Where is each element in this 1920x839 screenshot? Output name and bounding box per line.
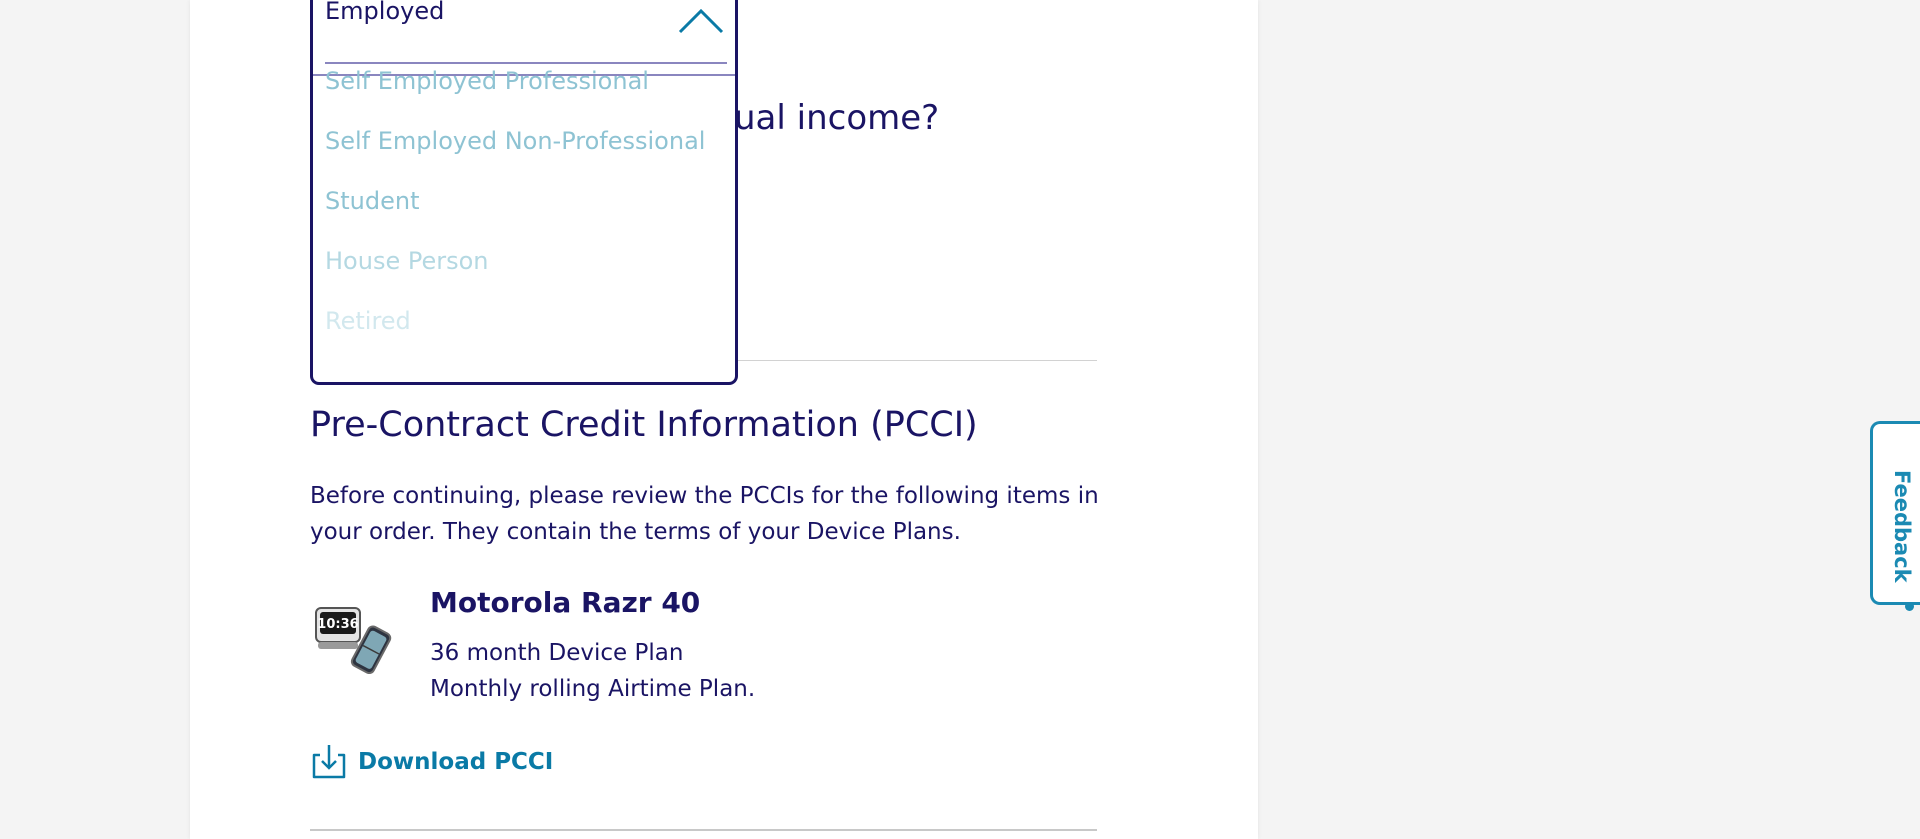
pcci-title: Pre-Contract Credit Information (PCCI) (310, 405, 978, 445)
dropdown-option[interactable]: Self Employed Professional (325, 67, 649, 95)
bottom-divider (310, 829, 1097, 831)
download-pcci-link[interactable]: Download PCCI (310, 742, 553, 782)
dropdown-option[interactable]: House Person (325, 247, 489, 275)
chevron-up-icon[interactable] (677, 5, 725, 35)
dropdown-underline (325, 62, 727, 64)
employment-status-dropdown[interactable]: Employed Self Employed Professional Self… (310, 0, 738, 385)
product-name: Motorola Razr 40 (430, 586, 701, 619)
product-image: 10:36 (315, 607, 392, 674)
dropdown-selected-value: Employed (325, 0, 445, 25)
pcci-description: Before continuing, please review the PCC… (310, 483, 1099, 545)
download-icon (312, 745, 346, 779)
feedback-label: Feedback (1890, 470, 1914, 583)
dropdown-option[interactable]: Self Employed Non-Professional (325, 127, 705, 155)
dropdown-selected-area[interactable]: Employed (313, 0, 735, 76)
dropdown-option[interactable]: Retired (325, 307, 411, 335)
airtime-plan-line: Monthly rolling Airtime Plan. (430, 676, 756, 702)
income-question-text: ual income? (734, 98, 940, 138)
device-plan-line: 36 month Device Plan (430, 640, 684, 666)
download-pcci-label: Download PCCI (358, 749, 554, 775)
feedback-dot (1905, 602, 1914, 611)
dropdown-option[interactable]: Student (325, 187, 419, 215)
feedback-tab[interactable]: Feedback (1870, 421, 1920, 605)
product-image-time: 10:36 (317, 617, 358, 632)
